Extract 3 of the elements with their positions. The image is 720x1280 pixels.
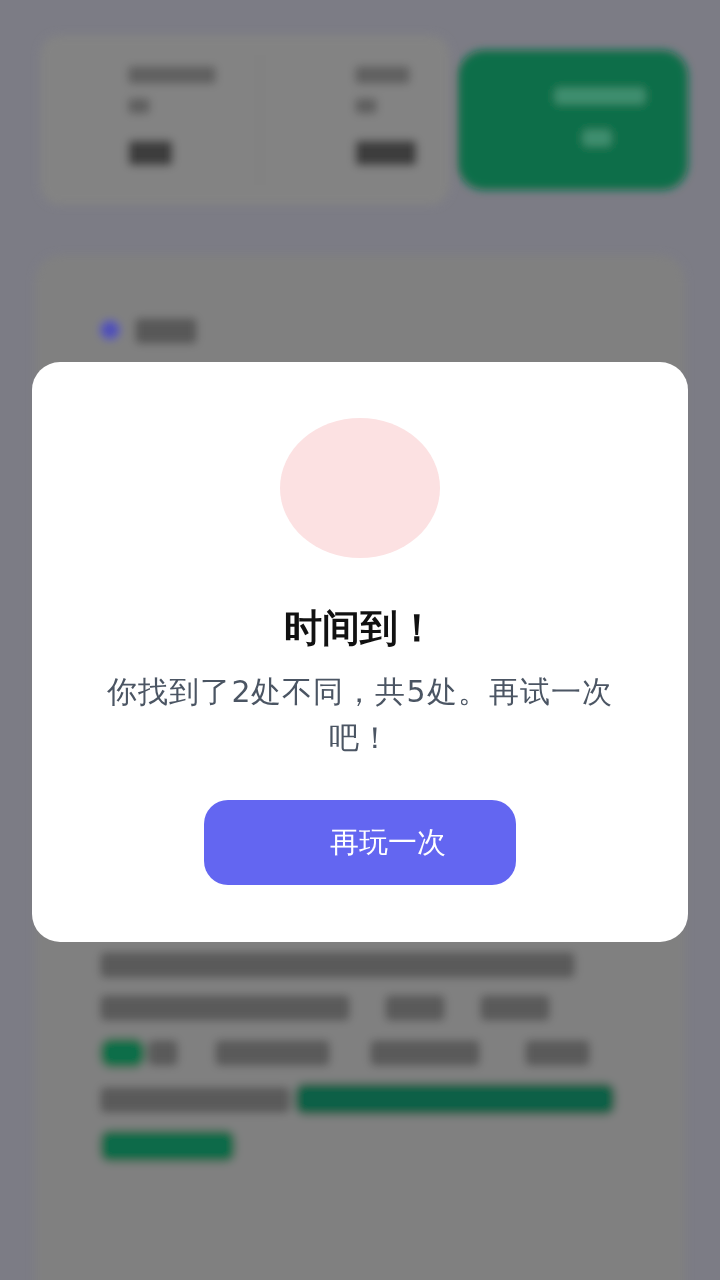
play-again-button[interactable]: 再玩一次 (204, 800, 516, 885)
dialog-title: 时间到！ (284, 605, 436, 652)
result-message: 你找到了2处不同，共5处。再试一次吧！ (106, 673, 614, 757)
